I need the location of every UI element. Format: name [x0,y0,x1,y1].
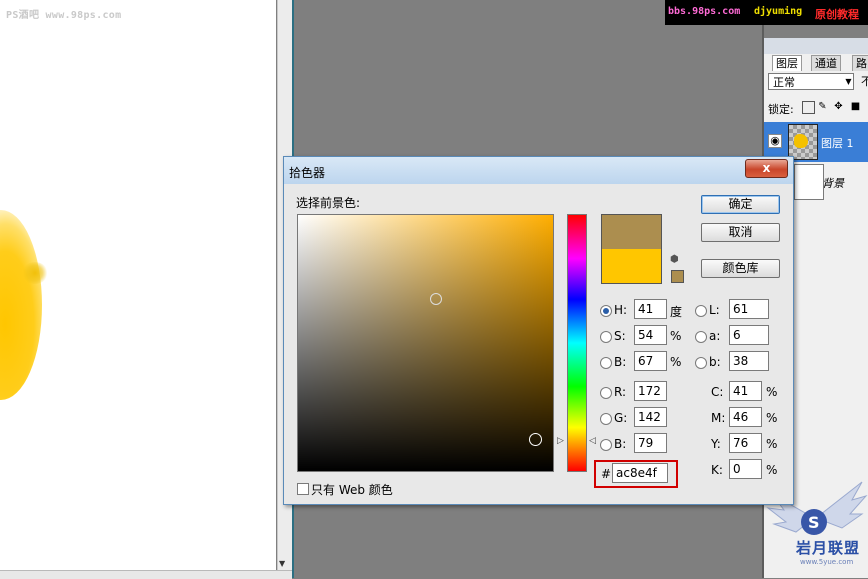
dialog-title: 拾色器 [289,166,326,180]
s-label: S: [614,329,626,343]
lock-transparency-icon[interactable] [802,101,815,114]
watermark-text: PS酒吧 www.98ps.com [6,10,122,21]
scroll-down-arrow-icon[interactable]: ▼ [279,559,285,568]
site-banner: bbs.98ps.com djyuming 原创教程 [665,0,868,25]
b-radio[interactable] [600,357,612,369]
r-radio[interactable] [600,387,612,399]
b-unit: % [670,355,682,369]
color-field[interactable] [297,214,554,472]
banner-author: djyuming [754,6,803,17]
g-radio[interactable] [600,413,612,425]
cube-icon[interactable]: ⬢ [670,254,679,265]
dialog-prompt: 选择前景色: [296,196,361,210]
r-label: R: [614,385,627,399]
chevron-down-icon[interactable]: ▼ [843,73,854,90]
c-input[interactable]: 41 [729,381,762,401]
b-label: B: [614,355,627,369]
blend-mode-select[interactable]: 正常 [768,73,854,90]
tab-layers[interactable]: 图层 [772,55,802,71]
tab-channels[interactable]: 通道 [811,55,841,71]
g-label: G: [614,411,628,425]
blue-radio[interactable] [600,439,612,451]
m-label: M: [711,411,726,425]
ok-button[interactable]: 确定 [701,195,780,214]
close-button[interactable]: x [745,159,788,178]
a-input[interactable]: 6 [729,325,769,345]
h-input[interactable]: 41 [634,299,667,319]
m-unit: % [766,411,778,425]
y-input[interactable]: 76 [729,433,762,453]
color-field-marker[interactable] [430,293,442,305]
web-only-label: 只有 Web 颜色 [311,483,393,497]
lock-label: 锁定: [768,103,794,116]
l-label: L: [709,303,720,317]
b-input[interactable]: 67 [634,351,667,371]
hue-slider-left-arrow-icon[interactable]: ▷ [557,436,564,446]
web-only-checkbox[interactable] [297,483,309,495]
k-label: K: [711,463,723,477]
yellow-brush-speck [22,262,48,284]
a-label: a: [709,329,721,343]
color-field-cursor[interactable] [529,433,542,446]
background-thumbnail [794,164,824,200]
hue-slider[interactable] [567,214,587,472]
lock-move-icon[interactable]: ✥ [833,101,844,112]
s-input[interactable]: 54 [634,325,667,345]
svg-text:S: S [808,513,820,532]
s-unit: % [670,329,682,343]
logo-text: 岩月联盟 [796,539,861,557]
hex-highlight-box [594,460,678,488]
c-label: C: [711,385,724,399]
lab-b-label: b: [709,355,721,369]
h-unit: 度 [670,305,683,319]
g-input[interactable]: 142 [634,407,667,427]
lab-b-radio[interactable] [695,357,707,369]
banner-tag: 原创教程 [815,8,859,21]
y-label: Y: [711,437,721,451]
dialog-titlebar[interactable] [284,157,793,184]
background-layer-name[interactable]: 背景 [822,175,844,191]
layers-panel-header [764,38,868,54]
layer-thumbnail-content [794,134,808,148]
current-color-swatch[interactable] [601,249,662,284]
logo-url: www.5yue.com [800,558,854,566]
k-input[interactable]: 0 [729,459,762,479]
c-unit: % [766,385,778,399]
blue-label: B: [614,437,627,451]
r-input[interactable]: 172 [634,381,667,401]
k-unit: % [766,463,778,477]
eye-icon[interactable]: ◉ [768,134,782,148]
tab-paths[interactable]: 路 [852,55,868,71]
s-radio[interactable] [600,331,612,343]
a-radio[interactable] [695,331,707,343]
l-radio[interactable] [695,305,707,317]
new-color-swatch [601,214,662,250]
color-library-button[interactable]: 颜色库 [701,259,780,278]
lock-brush-icon[interactable]: ✎ [817,101,828,112]
lock-all-icon[interactable]: ■ [850,101,861,112]
h-radio[interactable] [600,305,612,317]
lab-b-input[interactable]: 38 [729,351,769,371]
web-safe-color-swatch[interactable] [671,270,684,283]
m-input[interactable]: 46 [729,407,762,427]
blue-input[interactable]: 79 [634,433,667,453]
y-unit: % [766,437,778,451]
opacity-label: 不 [861,75,868,88]
h-label: H: [614,303,628,317]
cancel-button[interactable]: 取消 [701,223,780,242]
l-input[interactable]: 61 [729,299,769,319]
layer-name[interactable]: 图层 1 [821,135,854,151]
banner-site: bbs.98ps.com [668,6,741,17]
document-canvas[interactable] [0,0,276,570]
hue-slider-right-arrow-icon[interactable]: ◁ [589,436,596,446]
